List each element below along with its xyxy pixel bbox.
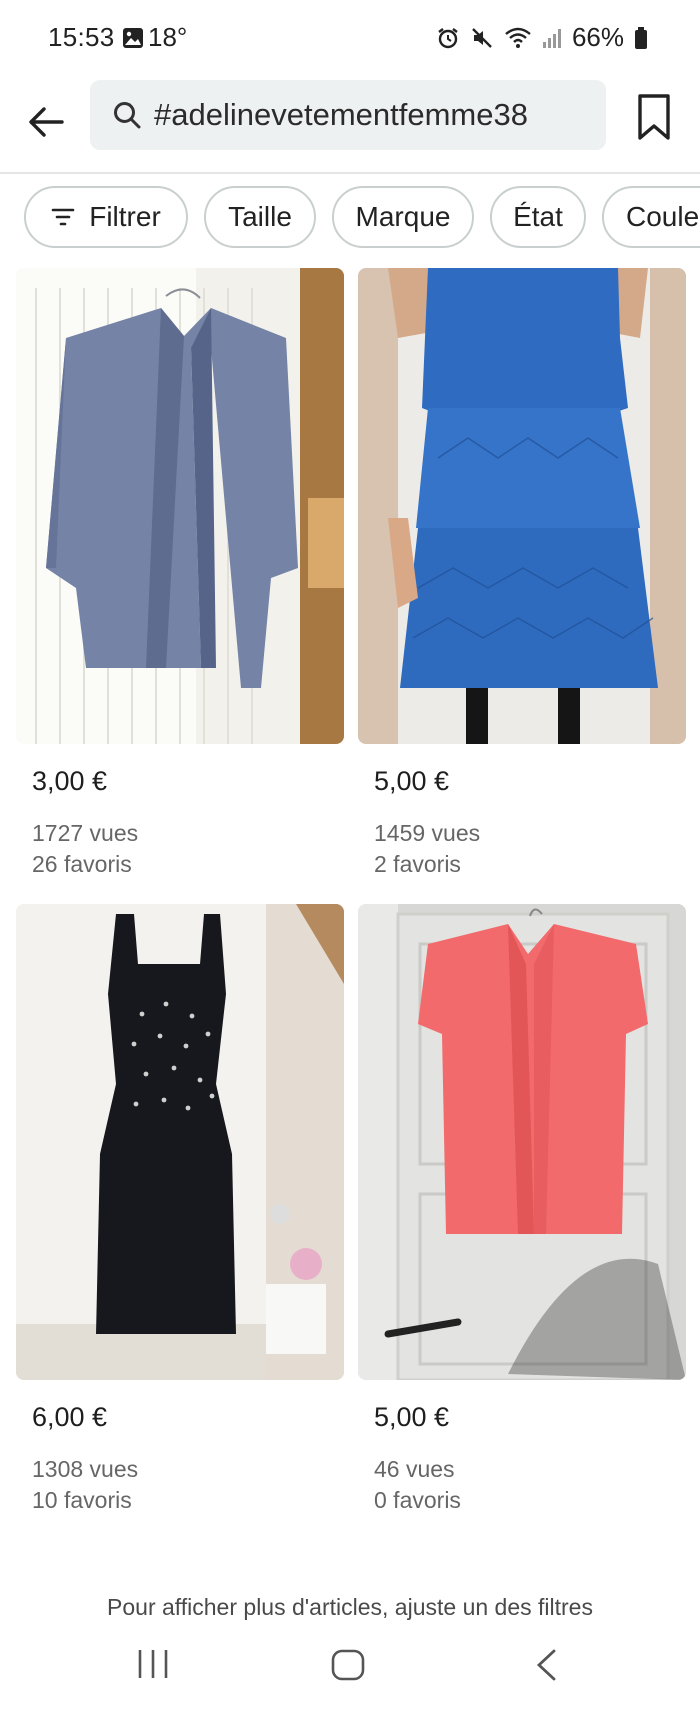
filter-icon xyxy=(51,208,75,226)
product-photo[interactable] xyxy=(16,904,344,1380)
wifi-icon xyxy=(505,27,531,48)
product-favorites: 2 favoris xyxy=(374,851,461,877)
filter-button[interactable]: Filtrer xyxy=(24,186,188,248)
battery-icon xyxy=(635,26,647,49)
product-price: 5,00 € xyxy=(374,766,450,796)
condition-filter-chip[interactable]: État xyxy=(490,186,586,248)
alarm-icon xyxy=(438,27,458,48)
filter-chips-row: Filtrer Taille Marque État Couleur xyxy=(0,186,700,256)
battery-percentage: 66% xyxy=(571,22,624,52)
signal-icon xyxy=(542,28,561,48)
product-price: 5,00 € xyxy=(374,1402,450,1432)
color-filter-chip[interactable]: Couleur xyxy=(602,186,700,248)
gallery-icon xyxy=(123,28,143,48)
product-card[interactable]: 3,00 € 1727 vues 26 favoris xyxy=(16,268,344,877)
color-filter-label: Couleur xyxy=(626,201,700,232)
product-card[interactable]: 6,00 € 1308 vues 10 favoris xyxy=(16,904,344,1513)
product-photo[interactable] xyxy=(358,268,686,744)
nav-back-icon[interactable] xyxy=(534,1648,558,1682)
condition-filter-label: État xyxy=(513,201,563,232)
bookmark-icon[interactable] xyxy=(634,92,674,142)
product-photo[interactable] xyxy=(358,904,686,1380)
product-views: 1727 vues xyxy=(32,820,139,846)
status-temperature: 18° xyxy=(148,22,188,52)
brand-filter-label: Marque xyxy=(355,201,451,232)
product-favorites: 0 favoris xyxy=(374,1487,461,1513)
system-navigation-bar xyxy=(0,1620,700,1711)
back-arrow-icon[interactable] xyxy=(22,98,70,146)
status-time: 15:53 xyxy=(48,22,115,52)
size-filter-label: Taille xyxy=(228,201,292,232)
home-icon[interactable] xyxy=(330,1648,366,1682)
search-query[interactable]: #adelinevetementfemme38 xyxy=(154,97,528,133)
filter-hint-text: Pour afficher plus d'articles, ajuste un… xyxy=(107,1594,593,1620)
search-header: #adelinevetementfemme38 xyxy=(0,78,700,174)
product-card[interactable]: 5,00 € 1459 vues 2 favoris xyxy=(358,268,686,877)
product-favorites: 26 favoris xyxy=(32,851,132,877)
recent-apps-icon[interactable] xyxy=(136,1648,170,1680)
search-input[interactable]: #adelinevetementfemme38 xyxy=(90,80,606,150)
product-views: 1459 vues xyxy=(374,820,481,846)
product-views: 1308 vues xyxy=(32,1456,139,1482)
product-views: 46 vues xyxy=(374,1456,455,1482)
product-card[interactable]: 5,00 € 46 vues 0 favoris xyxy=(358,904,686,1513)
product-price: 6,00 € xyxy=(32,1402,108,1432)
size-filter-chip[interactable]: Taille xyxy=(204,186,316,248)
status-indicators: 66% xyxy=(436,22,648,53)
product-price: 3,00 € xyxy=(32,766,108,796)
status-bar: 15:53 18° 66% xyxy=(0,0,700,78)
product-photo[interactable] xyxy=(16,268,344,744)
brand-filter-chip[interactable]: Marque xyxy=(332,186,474,248)
filter-button-label: Filtrer xyxy=(89,201,161,232)
search-icon xyxy=(114,102,141,129)
mute-icon xyxy=(472,27,492,48)
product-favorites: 10 favoris xyxy=(32,1487,132,1513)
